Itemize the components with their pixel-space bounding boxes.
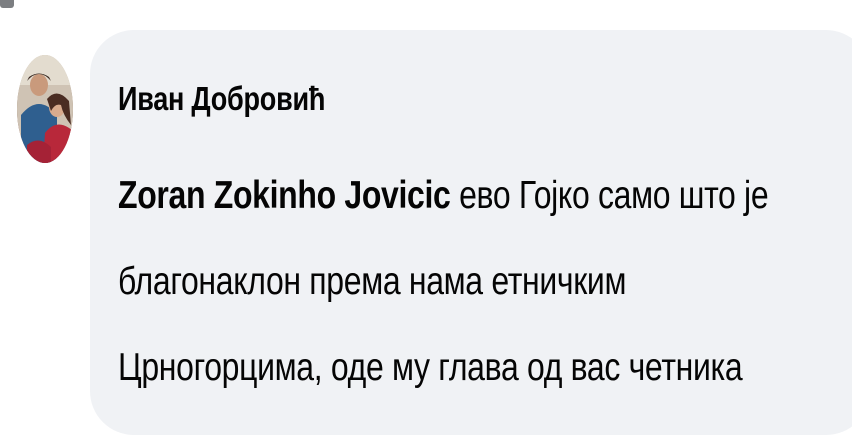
mention-link[interactable]: Zoran Zokinho Jovicic (118, 174, 451, 217)
comment-line-1: Zoran Zokinho Jovicic ево Гојко само што… (118, 153, 840, 239)
top-cut-element (0, 0, 14, 8)
comment-line-2: благонаклон према нама етничким (118, 260, 627, 303)
comment-bubble: Иван Добровић Zoran Zokinho Jovicic ево … (90, 30, 852, 435)
comment-text-segment: ево Гојко само што је (450, 174, 769, 217)
comment-line-3: Црногорцима, оде му глава од вас четника (118, 346, 743, 389)
comment-author[interactable]: Иван Добровић (118, 80, 325, 118)
avatar[interactable] (17, 55, 73, 163)
comment-text: Zoran Zokinho Jovicic ево Гојко само што… (118, 153, 840, 411)
